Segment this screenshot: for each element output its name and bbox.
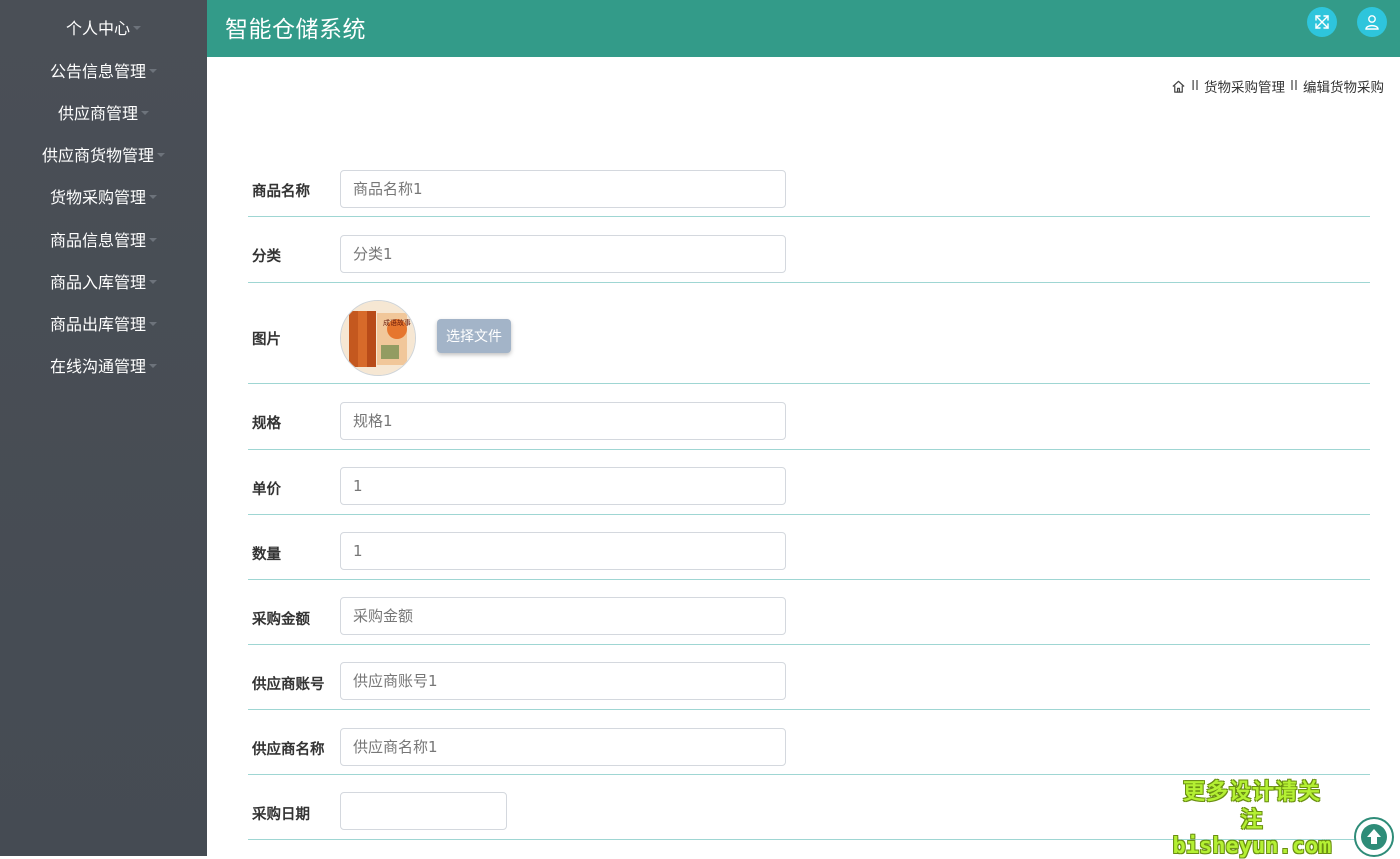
choose-file-button[interactable]: 选择文件 <box>437 319 511 353</box>
watermark-line-1: 更多设计请关注 <box>1182 780 1321 833</box>
user-icon <box>1365 15 1379 30</box>
sidebar-item-label: 公告信息管理 <box>49 62 146 81</box>
sidebar-item-product-info[interactable]: 商品信息管理 <box>0 218 207 260</box>
user-menu-button[interactable] <box>1357 7 1387 37</box>
scroll-to-top-button[interactable] <box>1354 817 1394 857</box>
product-name-label: 商品名称 <box>252 184 310 200</box>
top-header: 智能仓储系统 <box>207 0 1400 57</box>
caret-down-icon <box>149 195 157 199</box>
app-title: 智能仓储系统 <box>225 17 366 43</box>
caret-down-icon <box>149 280 157 284</box>
form-row-supplier-account: 供应商账号 <box>248 645 1370 710</box>
sidebar-item-announcements[interactable]: 公告信息管理 <box>0 49 207 91</box>
purchase-date-input[interactable] <box>340 792 507 830</box>
sidebar-item-supplier-goods[interactable]: 供应商货物管理 <box>0 133 207 175</box>
spec-input[interactable] <box>340 402 786 440</box>
caret-down-icon <box>149 238 157 242</box>
form-row-unit-price: 单价 <box>248 450 1370 515</box>
sidebar-item-label: 货物采购管理 <box>49 188 146 207</box>
fullscreen-button[interactable] <box>1307 7 1337 37</box>
supplier-name-input[interactable] <box>340 728 786 766</box>
sidebar-item-label: 在线沟通管理 <box>49 357 146 376</box>
quantity-input[interactable] <box>340 532 786 570</box>
product-thumbnail: 成语故事 <box>340 300 416 376</box>
sidebar-item-product-inbound[interactable]: 商品入库管理 <box>0 260 207 302</box>
supplier-name-label: 供应商名称 <box>252 742 325 758</box>
sidebar-item-suppliers[interactable]: 供应商管理 <box>0 91 207 133</box>
breadcrumb-item-goods-purchase[interactable]: 货物采购管理 <box>1204 76 1285 96</box>
caret-down-icon <box>157 153 165 157</box>
unit-price-input[interactable] <box>340 467 786 505</box>
form-row-image: 图片 成语故事 选择文件 <box>248 283 1370 384</box>
image-label: 图片 <box>252 332 281 348</box>
expand-arrows-icon <box>1315 15 1329 29</box>
product-name-input[interactable] <box>340 170 786 208</box>
sidebar-item-personal-center[interactable]: 个人中心 <box>0 6 207 48</box>
purchase-date-label: 采购日期 <box>252 807 310 823</box>
form-row-amount: 采购金额 <box>248 580 1370 645</box>
watermark-line-2: bisheyun.com <box>1172 834 1332 859</box>
breadcrumb-separator: II <box>1191 78 1200 94</box>
sidebar-item-label: 个人中心 <box>65 19 130 38</box>
caret-down-icon <box>141 111 149 115</box>
caret-down-icon <box>149 69 157 73</box>
home-icon[interactable] <box>1171 79 1186 94</box>
category-input[interactable] <box>340 235 786 273</box>
watermark: 更多设计请关注 bisheyun.com <box>1172 779 1332 859</box>
sidebar-item-label: 商品出库管理 <box>49 315 146 334</box>
sidebar-item-label: 商品入库管理 <box>49 273 146 292</box>
supplier-account-input[interactable] <box>340 662 786 700</box>
amount-label: 采购金额 <box>252 612 310 628</box>
caret-down-icon <box>133 26 141 30</box>
sidebar-item-label: 供应商管理 <box>57 104 138 123</box>
book-cover-title: 成语故事 <box>383 318 411 327</box>
unit-price-label: 单价 <box>252 482 281 498</box>
sidebar: 个人中心 公告信息管理 供应商管理 供应商货物管理 货物采购管理 商品信息管理 … <box>0 0 207 856</box>
form-row-quantity: 数量 <box>248 515 1370 580</box>
sidebar-item-label: 商品信息管理 <box>49 231 146 250</box>
caret-down-icon <box>149 322 157 326</box>
spec-label: 规格 <box>252 416 281 432</box>
breadcrumb: II 货物采购管理 II 编辑货物采购 <box>1171 76 1384 96</box>
category-label: 分类 <box>252 249 281 265</box>
form-row-category: 分类 <box>248 217 1370 283</box>
supplier-account-label: 供应商账号 <box>252 677 325 693</box>
caret-down-icon <box>149 364 157 368</box>
amount-input[interactable] <box>340 597 786 635</box>
quantity-label: 数量 <box>252 547 281 563</box>
breadcrumb-item-edit-purchase: 编辑货物采购 <box>1303 80 1384 96</box>
sidebar-item-product-outbound[interactable]: 商品出库管理 <box>0 302 207 344</box>
form-row-product-name: 商品名称 <box>248 160 1370 217</box>
breadcrumb-separator: II <box>1290 78 1298 94</box>
form-row-supplier-name: 供应商名称 <box>248 710 1370 775</box>
sidebar-item-label: 供应商货物管理 <box>41 146 154 165</box>
book-cover-image: 成语故事 <box>341 301 415 375</box>
form-row-spec: 规格 <box>248 384 1370 450</box>
sidebar-item-online-chat[interactable]: 在线沟通管理 <box>0 344 207 386</box>
sidebar-item-goods-purchase[interactable]: 货物采购管理 <box>0 175 207 217</box>
arrow-up-circle-icon <box>1361 824 1387 850</box>
